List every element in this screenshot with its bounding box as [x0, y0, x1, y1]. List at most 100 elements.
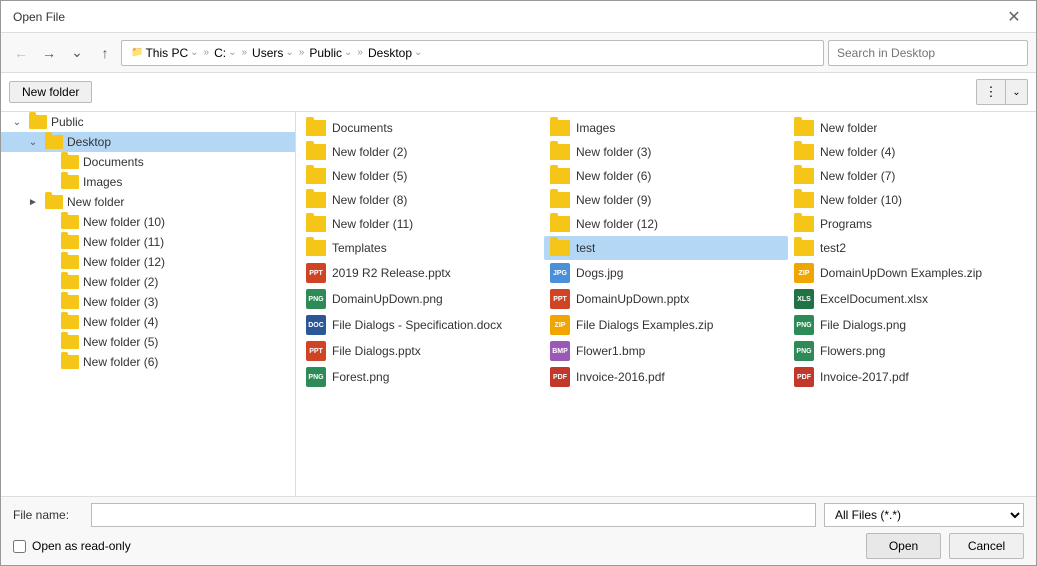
readonly-checkbox[interactable]	[13, 540, 26, 553]
sidebar-item-nf3[interactable]: New folder (3)	[1, 292, 295, 312]
sidebar-item-images[interactable]: Images	[1, 172, 295, 192]
new-folder-button[interactable]: New folder	[9, 81, 92, 103]
pptx-icon: PPT	[550, 289, 570, 309]
open-file-dialog: Open File ✕ ← → ⌄ ↑ 📁 This PC ⌄ » C: ⌄ »…	[0, 0, 1037, 566]
sidebar-item-documents[interactable]: Documents	[1, 152, 295, 172]
folder-icon-public	[29, 115, 47, 129]
file-item[interactable]: PPTFile Dialogs.pptx	[300, 338, 544, 364]
sidebar-label-nf5: New folder (5)	[83, 335, 158, 349]
sidebar-label-nf3: New folder (3)	[83, 295, 158, 309]
file-name: File Dialogs.png	[820, 318, 906, 332]
folder-icon-nf5	[61, 335, 79, 349]
folder-icon-thispc: 📁	[131, 47, 143, 58]
breadcrumb-public[interactable]: Public ⌄	[306, 45, 355, 61]
folder-icon	[794, 192, 814, 208]
up-button[interactable]: ↑	[93, 41, 117, 65]
sidebar-item-nf12[interactable]: New folder (12)	[1, 252, 295, 272]
file-item[interactable]: New folder (9)	[544, 188, 788, 212]
file-item[interactable]: XLSExcelDocument.xlsx	[788, 286, 1032, 312]
cancel-button[interactable]: Cancel	[949, 533, 1024, 559]
file-name: Programs	[820, 217, 872, 231]
file-name: New folder (5)	[332, 169, 407, 183]
breadcrumb-desktop[interactable]: Desktop ⌄	[365, 45, 425, 61]
file-item[interactable]: ZIPDomainUpDown Examples.zip	[788, 260, 1032, 286]
sidebar-item-public[interactable]: ⌄ Public	[1, 112, 295, 132]
file-item[interactable]: Programs	[788, 212, 1032, 236]
sidebar-item-nf5[interactable]: New folder (5)	[1, 332, 295, 352]
file-item[interactable]: PPTDomainUpDown.pptx	[544, 286, 788, 312]
file-item[interactable]: New folder (11)	[300, 212, 544, 236]
folder-icon	[794, 216, 814, 232]
sidebar-label-nf6: New folder (6)	[83, 355, 158, 369]
file-item[interactable]: PNGFlowers.png	[788, 338, 1032, 364]
folder-icon	[306, 192, 326, 208]
file-name: New folder (6)	[576, 169, 651, 183]
file-item[interactable]: New folder (6)	[544, 164, 788, 188]
nf4-icon	[41, 314, 57, 330]
view-grid-button[interactable]: ⋮	[977, 80, 1005, 104]
file-item[interactable]: test2	[788, 236, 1032, 260]
file-item[interactable]: New folder (5)	[300, 164, 544, 188]
view-dropdown-button[interactable]: ⌄	[1005, 80, 1027, 104]
folder-icon-nf11	[61, 235, 79, 249]
sidebar-item-desktop[interactable]: ⌄ Desktop	[1, 132, 295, 152]
folder-icon	[550, 240, 570, 256]
file-item[interactable]: New folder (2)	[300, 140, 544, 164]
file-item[interactable]: PPT2019 R2 Release.pptx	[300, 260, 544, 286]
breadcrumb-desktop-label: Desktop	[368, 46, 412, 60]
sidebar-item-newfolder[interactable]: ► New folder	[1, 192, 295, 212]
file-item[interactable]: DOCFile Dialogs - Specification.docx	[300, 312, 544, 338]
breadcrumb-bar[interactable]: 📁 This PC ⌄ » C: ⌄ » Users ⌄ » Public ⌄ …	[121, 40, 824, 66]
sidebar-item-nf10[interactable]: New folder (10)	[1, 212, 295, 232]
sidebar-label-desktop: Desktop	[67, 135, 111, 149]
readonly-checkbox-label[interactable]: Open as read-only	[13, 539, 131, 553]
file-item[interactable]: JPGDogs.jpg	[544, 260, 788, 286]
file-item[interactable]: BMPFlower1.bmp	[544, 338, 788, 364]
file-item[interactable]: PNGFile Dialogs.png	[788, 312, 1032, 338]
file-name: New folder (7)	[820, 169, 895, 183]
file-item[interactable]: New folder (10)	[788, 188, 1032, 212]
search-input[interactable]	[828, 40, 1028, 66]
sidebar-label-public: Public	[51, 115, 84, 129]
close-button[interactable]: ✕	[1004, 7, 1024, 27]
filetype-select[interactable]: All Files (*.*)	[824, 503, 1024, 527]
folder-icon	[306, 216, 326, 232]
folder-icon	[550, 216, 570, 232]
breadcrumb-c[interactable]: C: ⌄	[211, 45, 239, 61]
action-bar: New folder ⋮ ⌄	[1, 73, 1036, 112]
file-item[interactable]: PDFInvoice-2016.pdf	[544, 364, 788, 390]
file-item[interactable]: test	[544, 236, 788, 260]
file-item[interactable]: PNGForest.png	[300, 364, 544, 390]
file-item[interactable]: Templates	[300, 236, 544, 260]
filename-input[interactable]	[91, 503, 816, 527]
sidebar-item-nf4[interactable]: New folder (4)	[1, 312, 295, 332]
file-item[interactable]: New folder (12)	[544, 212, 788, 236]
file-item[interactable]: PDFInvoice-2017.pdf	[788, 364, 1032, 390]
png-icon: PNG	[794, 341, 814, 361]
sidebar-item-nf2[interactable]: New folder (2)	[1, 272, 295, 292]
file-item[interactable]: New folder (3)	[544, 140, 788, 164]
breadcrumb-thispc[interactable]: 📁 This PC ⌄	[128, 45, 202, 61]
back-button[interactable]: ←	[9, 41, 33, 65]
dropdown-button[interactable]: ⌄	[65, 41, 89, 65]
file-item[interactable]: New folder (8)	[300, 188, 544, 212]
file-item[interactable]: New folder	[788, 116, 1032, 140]
file-item[interactable]: New folder (7)	[788, 164, 1032, 188]
file-item[interactable]: ZIPFile Dialogs Examples.zip	[544, 312, 788, 338]
file-item[interactable]: PNGDomainUpDown.png	[300, 286, 544, 312]
file-item[interactable]: New folder (4)	[788, 140, 1032, 164]
sidebar-label-nf2: New folder (2)	[83, 275, 158, 289]
pptx-icon: PPT	[306, 263, 326, 283]
file-item[interactable]: Documents	[300, 116, 544, 140]
sidebar-label-newfolder: New folder	[67, 195, 124, 209]
nf2-icon	[41, 274, 57, 290]
file-item[interactable]: Images	[544, 116, 788, 140]
sidebar-item-nf6[interactable]: New folder (6)	[1, 352, 295, 372]
forward-button[interactable]: →	[37, 41, 61, 65]
folder-icon-nf6	[61, 355, 79, 369]
breadcrumb-users[interactable]: Users ⌄	[249, 45, 297, 61]
sidebar-item-nf11[interactable]: New folder (11)	[1, 232, 295, 252]
folder-icon	[306, 168, 326, 184]
open-button[interactable]: Open	[866, 533, 941, 559]
sidebar-label-nf12: New folder (12)	[83, 255, 165, 269]
